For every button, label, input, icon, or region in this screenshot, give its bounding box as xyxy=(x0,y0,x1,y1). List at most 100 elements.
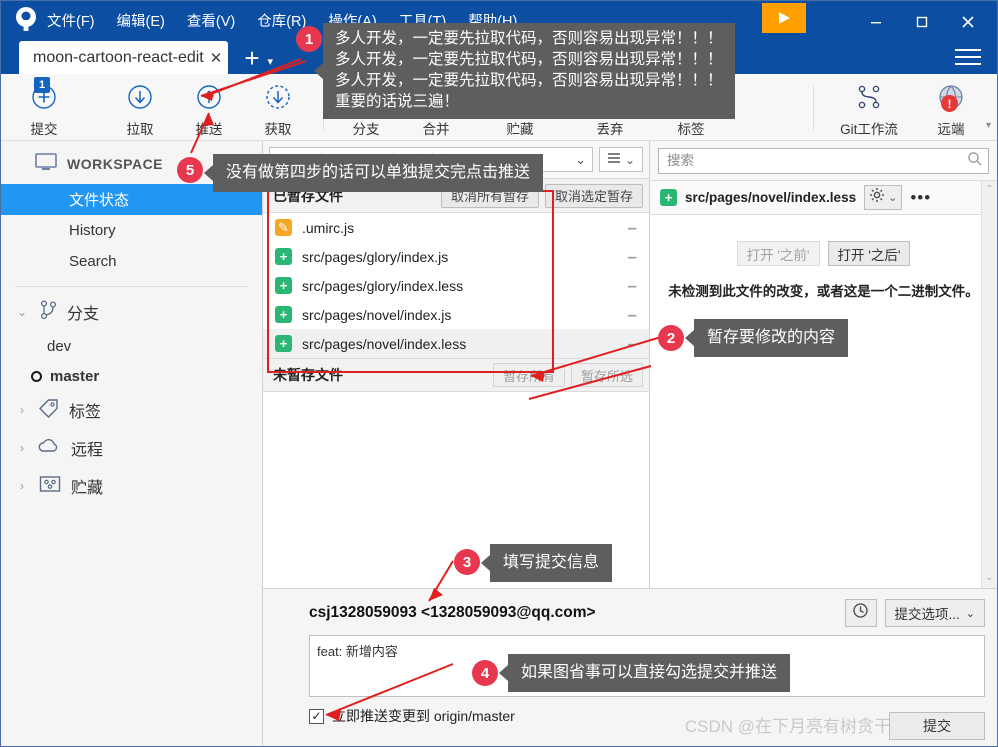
title-bar: 文件(F) 编辑(E) 查看(V) 仓库(R) 操作(A) 工具(T) 帮助(H… xyxy=(1,1,997,74)
sidebar-branch-dev[interactable]: dev xyxy=(1,331,262,361)
unstage-selected-button[interactable]: 取消选定暂存 xyxy=(544,183,643,208)
commit-panel: csj1328059093 <1328059093@qq.com> 提交选项..… xyxy=(263,588,997,746)
table-row[interactable]: ✎ .umirc.js – xyxy=(263,213,649,242)
diff-settings-button[interactable]: ⌄ xyxy=(864,185,903,210)
toolbar-tag-button[interactable]: 标签 xyxy=(656,80,726,138)
unstaged-section-header: 未暂存文件 暂存所有 暂存所选 xyxy=(263,358,649,392)
menu-item-tools[interactable]: 工具(T) xyxy=(399,10,447,31)
stage-selected-button[interactable]: 暂存所选 xyxy=(570,363,643,387)
more-dots-icon[interactable]: ••• xyxy=(910,189,931,206)
play-button[interactable] xyxy=(762,3,806,33)
tag-icon xyxy=(38,398,60,423)
menu-bar[interactable]: 文件(F) 编辑(E) 查看(V) 仓库(R) 操作(A) 工具(T) 帮助(H… xyxy=(47,7,517,33)
toolbar-label: 分支 xyxy=(352,122,380,137)
file-added-icon: + xyxy=(275,306,292,323)
toolbar-label: 标签 xyxy=(677,122,705,137)
sidebar-group-stashes[interactable]: › 贮藏 xyxy=(1,467,262,505)
scroll-up-icon[interactable]: ⌃ xyxy=(982,181,997,198)
diff-scrollbar[interactable]: ⌃ ⌄ xyxy=(981,181,997,588)
sidebar-item-file-status[interactable]: 文件状态 xyxy=(1,184,262,215)
remote-alert-badge: ! xyxy=(941,95,958,112)
maximize-button[interactable] xyxy=(899,1,945,43)
unstage-all-button[interactable]: 取消所有暂存 xyxy=(440,183,539,208)
sidebar-item-search[interactable]: Search xyxy=(1,246,262,277)
menu-item-file[interactable]: 文件(F) xyxy=(47,10,95,31)
commit-button[interactable]: 提交 xyxy=(889,712,985,740)
open-before-button[interactable]: 打开 '之前' xyxy=(736,241,820,266)
unstage-row-button[interactable]: – xyxy=(628,277,639,294)
sidebar-group-remotes[interactable]: › 远程 xyxy=(1,429,262,467)
branch-name: master xyxy=(50,367,100,385)
minimize-button[interactable] xyxy=(853,1,899,43)
toolbar-commit-button[interactable]: 1 提交 xyxy=(9,77,79,138)
unstage-row-button[interactable]: – xyxy=(628,335,639,352)
search-input[interactable] xyxy=(665,152,967,169)
unstage-row-button[interactable]: – xyxy=(628,219,639,236)
plus-circle-icon: 1 xyxy=(29,77,59,114)
list-view-icon xyxy=(607,152,621,167)
view-mode-dropdown[interactable]: ⌄ xyxy=(599,147,643,172)
table-row[interactable]: + src/pages/novel/index.js – xyxy=(263,300,649,329)
menu-item-edit[interactable]: 编辑(E) xyxy=(117,10,165,31)
menu-item-help[interactable]: 帮助(H) xyxy=(468,10,517,31)
commit-message-input[interactable]: feat: 新增内容 xyxy=(309,635,985,697)
file-filter-bar: 待定的文件, 已依照文件状态排序 ⌄ ⌄ xyxy=(263,141,649,179)
stash-icon xyxy=(506,80,534,114)
toolbar-gitflow-button[interactable]: Git工作流 xyxy=(823,80,915,138)
branch-icon xyxy=(353,80,379,114)
commit-history-button[interactable] xyxy=(844,599,877,627)
file-name: src/pages/novel/index.js xyxy=(302,306,452,323)
scroll-down-icon[interactable]: ⌄ xyxy=(982,569,997,586)
add-tab-button[interactable]: + xyxy=(244,45,259,71)
search-icon[interactable] xyxy=(967,151,982,171)
chevron-down-icon[interactable]: ⌄ xyxy=(15,305,29,319)
workspace-header: WORKSPACE xyxy=(1,141,262,184)
menu-item-view[interactable]: 查看(V) xyxy=(187,10,235,31)
toolbar-stash-button[interactable]: 贮藏 xyxy=(485,80,555,138)
chevron-right-icon[interactable]: › xyxy=(15,441,29,455)
sidebar-branch-master[interactable]: master xyxy=(1,361,262,391)
file-name: src/pages/glory/index.less xyxy=(302,277,464,294)
toolbar-label: 远端 xyxy=(937,122,965,137)
toolbar-fetch-button[interactable]: 获取 xyxy=(243,80,313,138)
file-added-icon: + xyxy=(275,248,292,265)
sidebar-group-branches[interactable]: ⌄ 分支 xyxy=(1,293,262,331)
sidebar-group-tags[interactable]: › 标签 xyxy=(1,391,262,429)
open-after-button[interactable]: 打开 '之后' xyxy=(827,241,911,266)
arrow-down-circle-icon xyxy=(125,80,155,114)
close-button[interactable] xyxy=(945,1,991,43)
add-tab-caret-icon[interactable]: ▾ xyxy=(268,55,274,68)
file-sort-dropdown[interactable]: 待定的文件, 已依照文件状态排序 ⌄ xyxy=(269,147,593,172)
sidebar-item-history[interactable]: History xyxy=(1,215,262,246)
menu-item-actions[interactable]: 操作(A) xyxy=(328,10,376,31)
sidebar-group-label: 分支 xyxy=(67,306,100,323)
globe-icon: ! xyxy=(936,80,966,114)
chevron-right-icon[interactable]: › xyxy=(15,479,29,493)
commit-options-dropdown[interactable]: 提交选项... ⌄ xyxy=(884,599,985,627)
toolbar-collapse-caret-icon[interactable]: ▾ xyxy=(986,120,991,131)
chevron-right-icon[interactable]: › xyxy=(15,403,29,417)
search-box[interactable] xyxy=(658,147,989,174)
stage-all-button[interactable]: 暂存所有 xyxy=(492,363,565,387)
tab-repository[interactable]: moon-cartoon-react-edit ✕ xyxy=(19,41,229,74)
app-menu-button[interactable] xyxy=(955,45,985,69)
toolbar-remote-button[interactable]: ! 远端 xyxy=(915,80,987,138)
table-row[interactable]: + src/pages/glory/index.js – xyxy=(263,242,649,271)
toolbar-pull-button[interactable]: 拉取 xyxy=(105,80,175,138)
monitor-icon xyxy=(35,153,57,174)
window-controls xyxy=(853,1,991,43)
table-row[interactable]: + src/pages/glory/index.less – xyxy=(263,271,649,300)
toolbar-push-button[interactable]: 推送 xyxy=(174,80,244,138)
menu-item-repository[interactable]: 仓库(R) xyxy=(257,10,306,31)
tag-icon xyxy=(677,80,705,114)
diff-content: 打开 '之前' 打开 '之后' 未检测到此文件的改变，或者这是一个二进制文件。 xyxy=(650,215,997,300)
toolbar-merge-button[interactable]: 合并 xyxy=(401,80,471,138)
file-added-icon: + xyxy=(275,277,292,294)
toolbar-discard-button[interactable]: 丢弃 xyxy=(575,80,645,138)
push-checkbox[interactable]: ✓ xyxy=(309,708,324,724)
tab-close-icon[interactable]: ✕ xyxy=(210,49,223,67)
unstage-row-button[interactable]: – xyxy=(628,306,639,323)
unstage-row-button[interactable]: – xyxy=(628,248,639,265)
toolbar-branch-button[interactable]: 分支 xyxy=(331,80,401,138)
table-row[interactable]: + src/pages/novel/index.less – xyxy=(263,329,649,358)
